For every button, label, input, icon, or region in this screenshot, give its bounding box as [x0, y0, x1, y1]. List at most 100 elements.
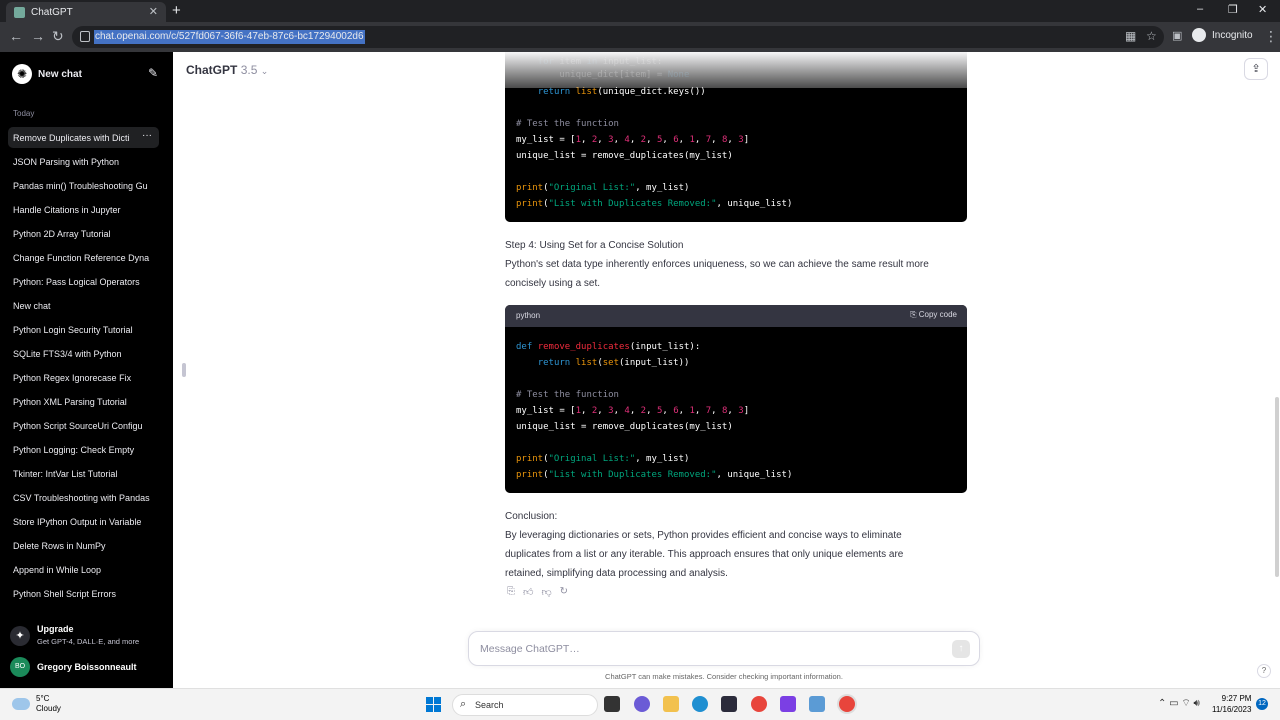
- sidebar-history-item[interactable]: Python Shell Script Errors: [13, 587, 163, 601]
- sidebar-history-item[interactable]: Python Script SourceUri Configu: [13, 419, 163, 433]
- code-line: def remove_duplicates(input_list):: [516, 342, 701, 352]
- openai-logo-icon: ✺: [12, 64, 32, 84]
- incognito-profile[interactable]: Incognito: [1192, 28, 1253, 42]
- side-panel-icon[interactable]: ▣: [1172, 28, 1182, 44]
- sidebar-history-item[interactable]: Python Regex Ignorecase Fix: [13, 371, 163, 385]
- sidebar-collapse-handle[interactable]: [182, 363, 186, 377]
- sidebar-history-item[interactable]: Remove Duplicates with Dicti: [13, 131, 141, 145]
- app-icon[interactable]: [780, 696, 796, 712]
- bookmark-star-icon[interactable]: ☆: [1146, 29, 1157, 43]
- sidebar-history-item[interactable]: JSON Parsing with Python: [13, 155, 163, 169]
- sidebar-history-item[interactable]: Pandas min() Troubleshooting Gu: [13, 179, 163, 193]
- step4-text-line: Python's set data type inherently enforc…: [505, 259, 929, 270]
- help-button[interactable]: ?: [1257, 664, 1271, 678]
- reload-icon[interactable]: ↻: [52, 28, 64, 44]
- new-chat-button[interactable]: ✺ New chat ✎: [12, 64, 162, 84]
- code-line: print("Original List:", my_list): [516, 183, 690, 193]
- browser-menu-icon[interactable]: ⋮: [1264, 28, 1278, 44]
- windows-start-icon[interactable]: [426, 697, 441, 712]
- code-line: unique_list = remove_duplicates(my_list): [516, 151, 733, 161]
- history-section-today: Today: [13, 109, 35, 118]
- edit-icon[interactable]: ✎: [148, 66, 158, 80]
- close-window-icon[interactable]: ✕: [1258, 3, 1267, 16]
- sidebar-history-item[interactable]: Python Login Security Tutorial: [13, 323, 163, 337]
- disclaimer-text: ChatGPT can make mistakes. Consider chec…: [605, 672, 843, 681]
- code-line: # Test the function: [516, 119, 619, 129]
- code-language-label: python: [516, 311, 541, 320]
- photos-app-icon[interactable]: [809, 696, 825, 712]
- weather-text: 5°C Cloudy: [36, 694, 61, 714]
- url-text[interactable]: chat.openai.com/c/527fd067-36f6-47eb-87c…: [94, 30, 365, 44]
- maximize-window-icon[interactable]: ❐: [1228, 3, 1238, 16]
- file-explorer-icon[interactable]: [663, 696, 679, 712]
- chevron-down-icon: ⌄: [260, 66, 269, 76]
- sidebar-history-item[interactable]: Python Logging: Check Empty: [13, 443, 163, 457]
- sidebar-history-item[interactable]: Handle Citations in Jupyter: [13, 203, 163, 217]
- upgrade-title: Upgrade: [37, 624, 74, 634]
- close-tab-icon[interactable]: ✕: [149, 5, 158, 18]
- copy-code-button[interactable]: ⎘ Copy code: [910, 310, 957, 320]
- regenerate-icon[interactable]: ↻: [560, 586, 568, 598]
- sidebar-history-item[interactable]: Change Function Reference Dyna: [13, 251, 163, 265]
- scrollbar[interactable]: [1275, 397, 1279, 577]
- sidebar-history-item[interactable]: Delete Rows in NumPy: [13, 539, 163, 553]
- system-tray[interactable]: ⌃ ▭ ⌔ 🔊︎: [1158, 697, 1200, 710]
- conclusion-text-line: By leveraging dictionaries or sets, Pyth…: [505, 530, 902, 541]
- message-composer[interactable]: Message ChatGPT… ↑: [468, 631, 980, 666]
- sidebar-history-item[interactable]: Store IPython Output in Variable: [13, 515, 163, 529]
- sidebar: ✺ New chat ✎ Today Remove Duplicates wit…: [0, 52, 173, 688]
- thumbs-down-icon[interactable]: 👎︎: [541, 586, 551, 598]
- clock[interactable]: 9:27 PM 11/16/2023: [1212, 693, 1251, 715]
- model-version: 3.5: [240, 63, 258, 77]
- copy-icon[interactable]: ⎘: [507, 586, 515, 598]
- back-arrow-icon[interactable]: ←: [9, 28, 23, 44]
- site-info-icon[interactable]: [80, 31, 90, 42]
- weather-widget[interactable]: 5°C Cloudy: [12, 694, 61, 714]
- search-icon: ⌕: [460, 698, 467, 710]
- tab-title: ChatGPT: [31, 6, 73, 18]
- sidebar-history-item[interactable]: New chat: [13, 299, 163, 313]
- minimize-window-icon[interactable]: –: [1197, 3, 1203, 15]
- chat-app-icon[interactable]: [634, 696, 650, 712]
- notification-badge[interactable]: 12: [1256, 698, 1268, 710]
- os-taskbar: 5°C Cloudy ⌕ Search ⌃ ▭ ⌔ 🔊︎ 9:27 PM 11/…: [0, 688, 1280, 720]
- sidebar-history-item[interactable]: CSV Troubleshooting with Pandas: [13, 491, 163, 505]
- sidebar-history-item[interactable]: Append in While Loop: [13, 563, 163, 577]
- user-menu[interactable]: BO Gregory Boissonneault: [10, 656, 165, 678]
- avatar: BO: [10, 657, 30, 677]
- store-icon[interactable]: [721, 696, 737, 712]
- weather-temp: 5°C: [36, 694, 50, 703]
- new-chat-label: New chat: [38, 68, 82, 80]
- code-line: print("List with Duplicates Removed:", u…: [516, 470, 793, 480]
- qr-code-icon[interactable]: ▦: [1125, 29, 1136, 43]
- upgrade-button[interactable]: ✦ Upgrade Get GPT-4, DALL·E, and more: [10, 624, 165, 650]
- weather-condition: Cloudy: [36, 704, 61, 713]
- chrome-active-icon[interactable]: [839, 696, 855, 712]
- model-selector[interactable]: ChatGPT 3.5 ⌄: [186, 63, 268, 77]
- conclusion-heading: Conclusion:: [505, 511, 558, 522]
- task-view-icon[interactable]: [604, 696, 620, 712]
- address-bar[interactable]: chat.openai.com/c/527fd067-36f6-47eb-87c…: [72, 26, 1164, 48]
- send-button[interactable]: ↑: [952, 640, 970, 658]
- message-input[interactable]: Message ChatGPT…: [480, 643, 580, 655]
- thumbs-up-icon[interactable]: 👍︎: [523, 586, 533, 598]
- browser-tab[interactable]: ChatGPT ✕: [6, 2, 166, 22]
- cloud-icon: [12, 698, 30, 710]
- sidebar-history-item[interactable]: Python: Pass Logical Operators: [13, 275, 163, 289]
- more-options-icon[interactable]: ···: [142, 130, 152, 141]
- code-block-header: python ⎘ Copy code: [505, 305, 967, 327]
- sidebar-history-item[interactable]: Tkinter: IntVar List Tutorial: [13, 467, 163, 481]
- sidebar-history-item[interactable]: SQLite FTS3/4 with Python: [13, 347, 163, 361]
- share-button[interactable]: ⇪: [1244, 58, 1268, 80]
- conclusion-text-line: duplicates from a list or any iterable. …: [505, 549, 904, 560]
- sidebar-history-item[interactable]: Python XML Parsing Tutorial: [13, 395, 163, 409]
- sidebar-history-item[interactable]: Python 2D Array Tutorial: [13, 227, 163, 241]
- new-tab-button[interactable]: +: [172, 2, 181, 20]
- model-name: ChatGPT: [186, 63, 238, 77]
- incognito-label: Incognito: [1212, 29, 1253, 41]
- chrome-icon[interactable]: [751, 696, 767, 712]
- edge-browser-icon[interactable]: [692, 696, 708, 712]
- browser-tab-strip: ChatGPT ✕ + – ❐ ✕: [0, 0, 1280, 22]
- taskbar-search[interactable]: ⌕ Search: [452, 694, 598, 716]
- forward-arrow-icon[interactable]: →: [31, 28, 45, 44]
